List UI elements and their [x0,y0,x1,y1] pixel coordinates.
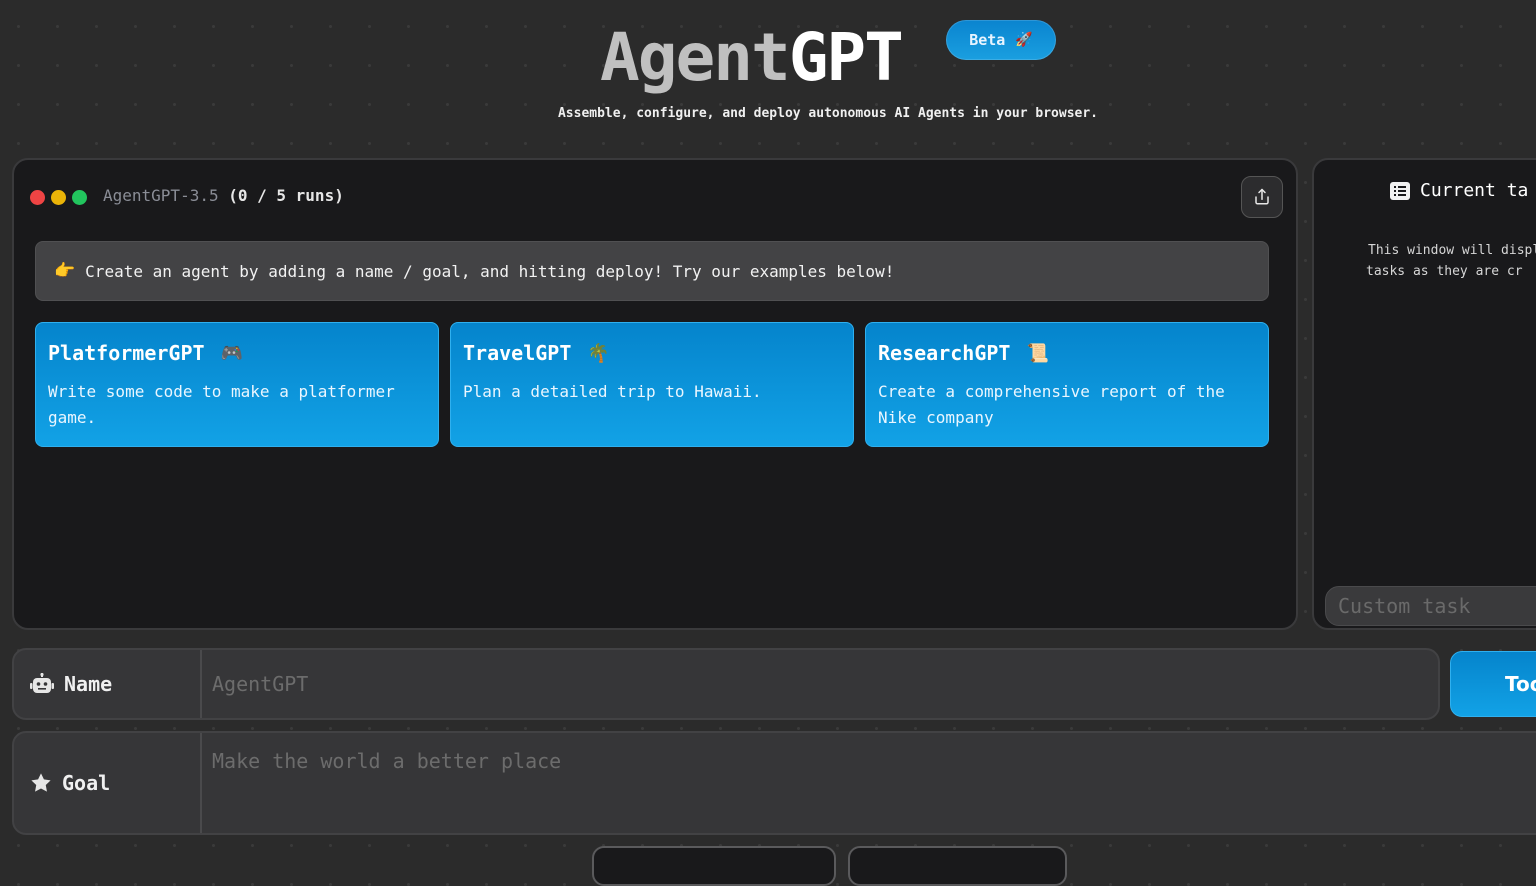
name-label: Name [14,650,202,718]
tasks-title: Current ta [1390,180,1528,201]
tagline: Assemble, configure, and deploy autonomo… [557,106,1099,121]
task-list-icon [1390,181,1410,200]
beta-label: Beta [969,31,1006,49]
maximize-dot-icon [72,190,87,205]
name-input[interactable] [202,650,1438,718]
tasks-description-line2: tasks as they are cr [1366,264,1523,279]
robot-icon [30,673,54,693]
card-title: TravelGPT [463,341,572,365]
example-cards: PlatformerGPT 🎮 Write some code to make … [35,322,1269,447]
card-title-row: TravelGPT 🌴 [463,337,841,369]
example-card-researchgpt[interactable]: ResearchGPT 📜 Create a comprehensive rep… [865,322,1269,447]
share-icon [1255,188,1269,205]
example-card-platformergpt[interactable]: PlatformerGPT 🎮 Write some code to make … [35,322,439,447]
name-label-text: Name [64,672,113,696]
stop-agent-button[interactable] [848,846,1067,886]
game-controller-icon: 🎮 [220,342,243,364]
goal-input[interactable] [202,733,1536,833]
tools-button[interactable]: Too [1450,651,1536,717]
close-dot-icon [30,190,45,205]
pointing-hand-icon: 👉 [54,261,76,281]
instructions-banner: 👉 Create an agent by adding a name / goa… [35,241,1269,301]
app-logo: AgentGPT [600,18,904,98]
tools-button-label: Too [1505,672,1536,696]
header: AgentGPT Beta 🚀 Assemble, configure, and… [0,0,1536,140]
tasks-description-line1: This window will displ [1368,243,1536,258]
agent-window: AgentGPT-3.5 (0 / 5 runs) 👉 Create an ag… [12,158,1298,630]
banner-text: Create an agent by adding a name / goal,… [85,261,895,281]
deploy-agent-button[interactable] [592,846,836,886]
card-description: Create a comprehensive report of the Nik… [878,382,1225,427]
card-description: Write some code to make a platformer gam… [48,382,395,427]
logo-text-agent: Agent [600,19,791,96]
beta-badge: Beta 🚀 [946,20,1056,60]
card-title-row: ResearchGPT 📜 [878,337,1256,369]
rocket-icon: 🚀 [1015,32,1033,48]
card-title: ResearchGPT [878,341,1011,365]
run-count: (0 / 5 runs) [228,186,344,205]
card-title-row: PlatformerGPT 🎮 [48,337,426,369]
tasks-title-text: Current ta [1420,180,1529,201]
custom-task-input[interactable] [1325,586,1536,626]
logo-text-gpt: GPT [788,19,904,96]
card-description: Plan a detailed trip to Hawaii. [463,382,762,401]
name-field: Name [12,648,1440,720]
model-name: AgentGPT-3.5 [103,186,219,205]
goal-label-text: Goal [62,771,111,795]
scroll-icon: 📜 [1026,342,1049,364]
goal-label: Goal [14,733,202,833]
minimize-dot-icon [51,190,66,205]
window-controls [30,190,87,205]
card-title: PlatformerGPT [48,341,205,365]
tasks-description: This window will displ tasks as they are… [1314,240,1536,282]
goal-field: Goal [12,731,1536,835]
palm-tree-icon: 🌴 [587,342,610,364]
star-icon [31,773,51,792]
model-status: AgentGPT-3.5 (0 / 5 runs) [103,186,344,205]
share-button[interactable] [1241,176,1283,218]
current-tasks-panel: Current ta This window will displ tasks … [1312,158,1536,630]
example-card-travelgpt[interactable]: TravelGPT 🌴 Plan a detailed trip to Hawa… [450,322,854,447]
